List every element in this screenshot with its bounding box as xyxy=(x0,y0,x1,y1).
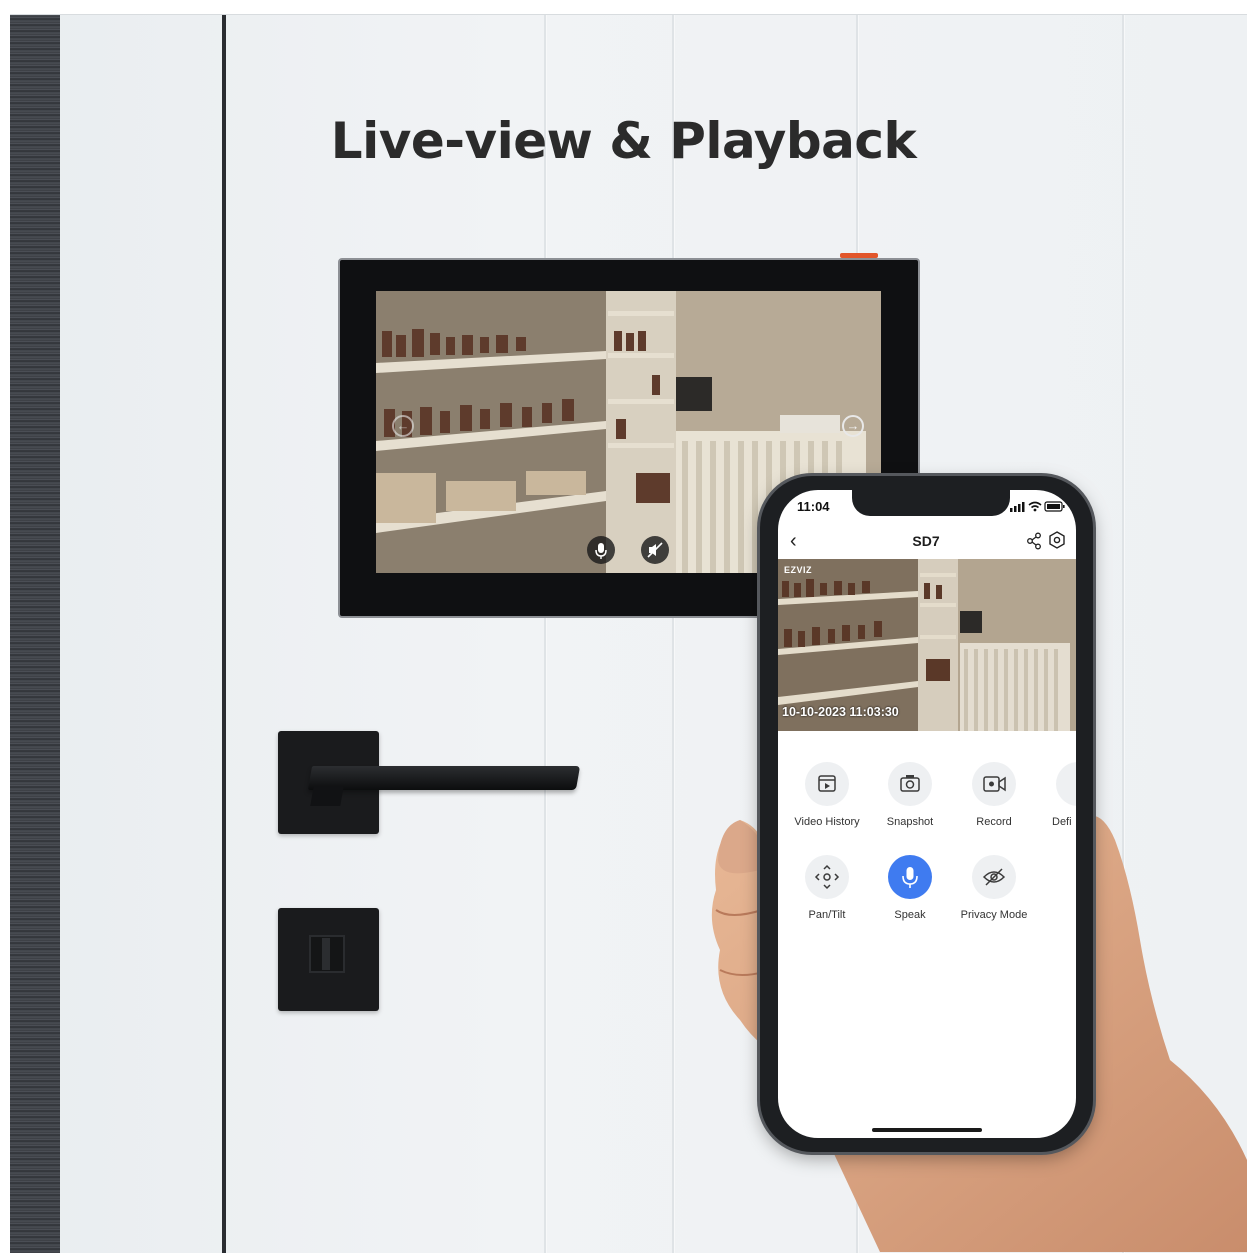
record-icon xyxy=(972,762,1016,806)
feature-label: Privacy Mode xyxy=(960,909,1028,921)
settings-button[interactable] xyxy=(1048,531,1066,549)
feature-label: Speak xyxy=(894,909,926,921)
feature-label: Record xyxy=(976,816,1012,828)
app-live-video[interactable]: EZVIZ 10-10-2023 11:03:30 xyxy=(778,559,1076,731)
door-groove xyxy=(672,15,674,1253)
camera-icon xyxy=(888,762,932,806)
lock-thumbturn-bar xyxy=(322,938,330,970)
feature-snapshot[interactable]: Snapshot xyxy=(868,762,952,828)
video-brand-logo: EZVIZ xyxy=(784,565,813,575)
feature-label: Snapshot xyxy=(886,816,934,828)
arrow-left-icon: ← xyxy=(396,418,410,433)
door-handle xyxy=(307,766,581,790)
feature-label: Video History xyxy=(794,816,860,828)
feature-label: Pan/Tilt xyxy=(808,909,846,921)
door-gap xyxy=(222,15,226,1253)
mute-icon xyxy=(647,542,663,558)
next-camera-button[interactable]: → xyxy=(842,415,864,437)
share-icon xyxy=(1027,532,1041,550)
microphone-icon xyxy=(595,543,607,559)
feature-record[interactable]: Record xyxy=(952,762,1036,828)
pan-tilt-icon xyxy=(805,855,849,899)
door-groove xyxy=(544,15,546,1253)
gear-icon xyxy=(1049,531,1065,549)
tablet-talk-button[interactable] xyxy=(587,536,615,564)
device-name: SD7 xyxy=(912,533,940,549)
signal-wifi-battery-icon xyxy=(1010,501,1065,512)
video-timestamp: 10-10-2023 11:03:30 xyxy=(782,705,899,719)
status-time: 11:04 xyxy=(797,499,830,514)
tablet-mute-button[interactable] xyxy=(641,536,669,564)
page-title: Live-view & Playback xyxy=(330,112,917,170)
phone-notch xyxy=(852,490,1010,516)
video-history-icon xyxy=(805,762,849,806)
status-icons xyxy=(1010,500,1066,515)
feature-pan-tilt[interactable]: Pan/Tilt xyxy=(785,855,869,921)
feature-speak[interactable]: Speak xyxy=(868,855,952,921)
feature-privacy-mode[interactable]: Privacy Mode xyxy=(952,855,1036,921)
definition-icon xyxy=(1056,762,1076,806)
door-handle-neck xyxy=(310,786,344,806)
feature-video-history[interactable]: Video History xyxy=(785,762,869,828)
feature-definition[interactable]: Defi xyxy=(1036,762,1076,828)
privacy-eye-icon xyxy=(972,855,1016,899)
feature-label: Defi xyxy=(1052,816,1072,828)
prev-camera-button[interactable]: ← xyxy=(392,415,414,437)
share-button[interactable] xyxy=(1026,532,1042,550)
back-button[interactable]: ‹ xyxy=(790,530,806,552)
chevron-left-icon: ‹ xyxy=(790,530,797,552)
home-indicator[interactable] xyxy=(872,1128,982,1132)
microphone-icon xyxy=(888,855,932,899)
door-frame xyxy=(10,15,60,1253)
arrow-right-icon: → xyxy=(846,418,860,433)
